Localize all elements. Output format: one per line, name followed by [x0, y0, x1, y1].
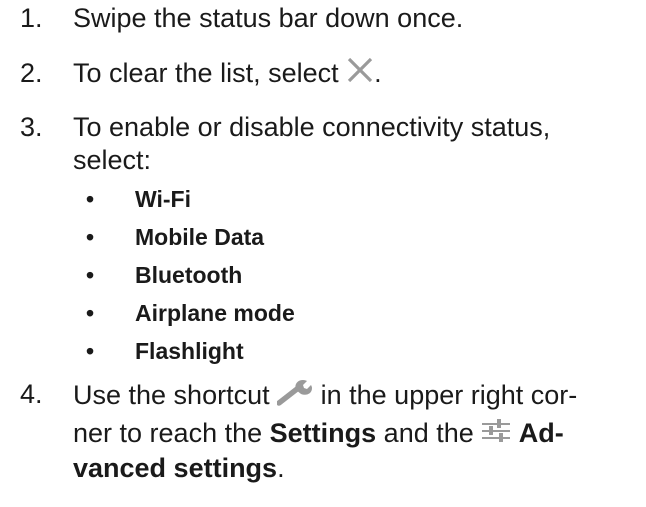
step-text: Swipe the status bar down once.: [73, 3, 464, 33]
wrench-icon: [276, 378, 313, 406]
option-label: Airplane mode: [135, 300, 295, 326]
bullet-icon: •: [86, 224, 95, 250]
step-text-line3: vanced settings.: [73, 452, 639, 485]
instruction-list: 1. Swipe the status bar down once. 2. To…: [0, 0, 646, 507]
list-item: • Airplane mode: [0, 299, 646, 327]
list-item: • Wi-Fi: [0, 185, 646, 213]
step-text-part: Use the shortcut: [73, 380, 270, 410]
step-text-line1: To enable or disable connectivity status…: [73, 112, 551, 142]
bullet-icon: •: [86, 300, 95, 326]
step-number: 4.: [20, 379, 43, 409]
bullet-icon: •: [86, 186, 95, 212]
advanced-settings-label-part2: vanced settings: [73, 453, 278, 483]
option-label: Flashlight: [135, 338, 244, 364]
step-text-line2: ner to reach the Settings and the Ad-: [73, 417, 639, 450]
step-text-part: .: [277, 453, 285, 483]
step-number: 2.: [20, 58, 43, 88]
option-label: Mobile Data: [135, 224, 265, 250]
step-text-part: in the upper right cor-: [320, 380, 578, 410]
step-text: To clear the list, select .: [73, 57, 639, 90]
step-text-part: ner to reach the: [73, 418, 263, 448]
step-text-line1: Use the shortcut in the upper right cor-: [73, 378, 639, 412]
advanced-settings-label-part1: Ad-: [518, 418, 564, 448]
sliders-icon: [481, 417, 511, 443]
step-text-before: To clear the list, select: [73, 58, 339, 88]
step-text-part: and the: [383, 418, 474, 448]
step-text-line2: select:: [73, 145, 152, 175]
bullet-icon: •: [86, 338, 95, 364]
step-number: 1.: [20, 3, 43, 33]
step-number: 3.: [20, 112, 43, 142]
option-label: Bluetooth: [135, 262, 243, 288]
list-item: • Mobile Data: [0, 223, 646, 251]
close-icon: [346, 57, 374, 83]
step-text-after: .: [374, 58, 382, 88]
option-label: Wi-Fi: [135, 186, 191, 212]
list-item: • Bluetooth: [0, 261, 646, 289]
list-item: • Flashlight: [0, 337, 646, 365]
settings-label: Settings: [269, 418, 377, 448]
bullet-icon: •: [86, 262, 95, 288]
